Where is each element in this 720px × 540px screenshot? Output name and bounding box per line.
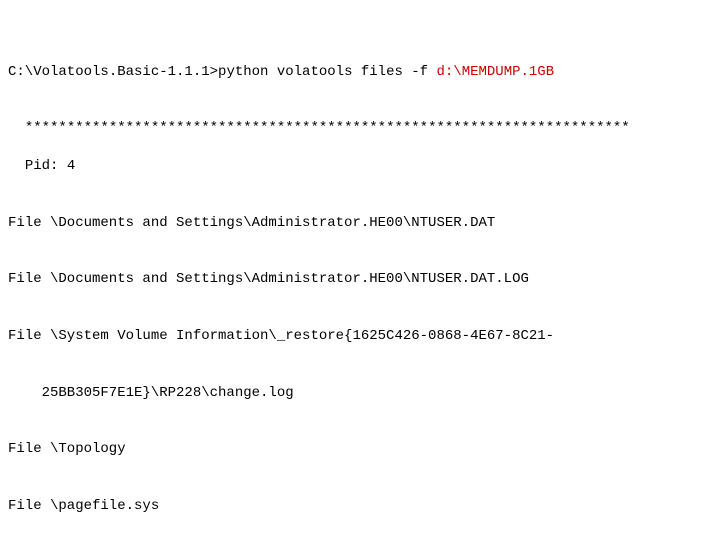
separator-line: ****************************************… — [25, 120, 630, 136]
prompt-path: C:\Volatools.Basic-1.1.1> — [8, 64, 218, 80]
file-label: File — [8, 440, 50, 459]
file-path: \Documents and Settings\Administrator.HE… — [50, 215, 495, 231]
file-label: File — [8, 327, 50, 346]
pid-line: Pid: 4 — [25, 158, 75, 174]
command-arg-highlight: d:\MEMDUMP.1GB — [436, 64, 554, 80]
file-label: File — [8, 214, 50, 233]
file-path-continuation: 25BB305F7E1E}\RP228\change.log — [8, 384, 712, 403]
file-row: File\System Volume Information\_restore{… — [8, 327, 712, 346]
file-path: \Topology — [50, 441, 126, 457]
file-row: File\Documents and Settings\Administrato… — [8, 214, 712, 233]
file-path: \System Volume Information\_restore{1625… — [50, 328, 554, 344]
command-prompt-line: C:\Volatools.Basic-1.1.1>python volatool… — [8, 63, 712, 82]
file-row: File\Topology — [8, 440, 712, 459]
terminal-output: C:\Volatools.Basic-1.1.1>python volatool… — [0, 0, 720, 540]
file-row: File\Documents and Settings\Administrato… — [8, 270, 712, 289]
file-row: File\pagefile.sys — [8, 497, 712, 516]
command-text: python volatools files -f — [218, 64, 436, 80]
file-label: File — [8, 270, 50, 289]
file-path: \pagefile.sys — [50, 498, 159, 514]
file-path: \Documents and Settings\Administrator.HE… — [50, 271, 529, 287]
file-label: File — [8, 497, 50, 516]
